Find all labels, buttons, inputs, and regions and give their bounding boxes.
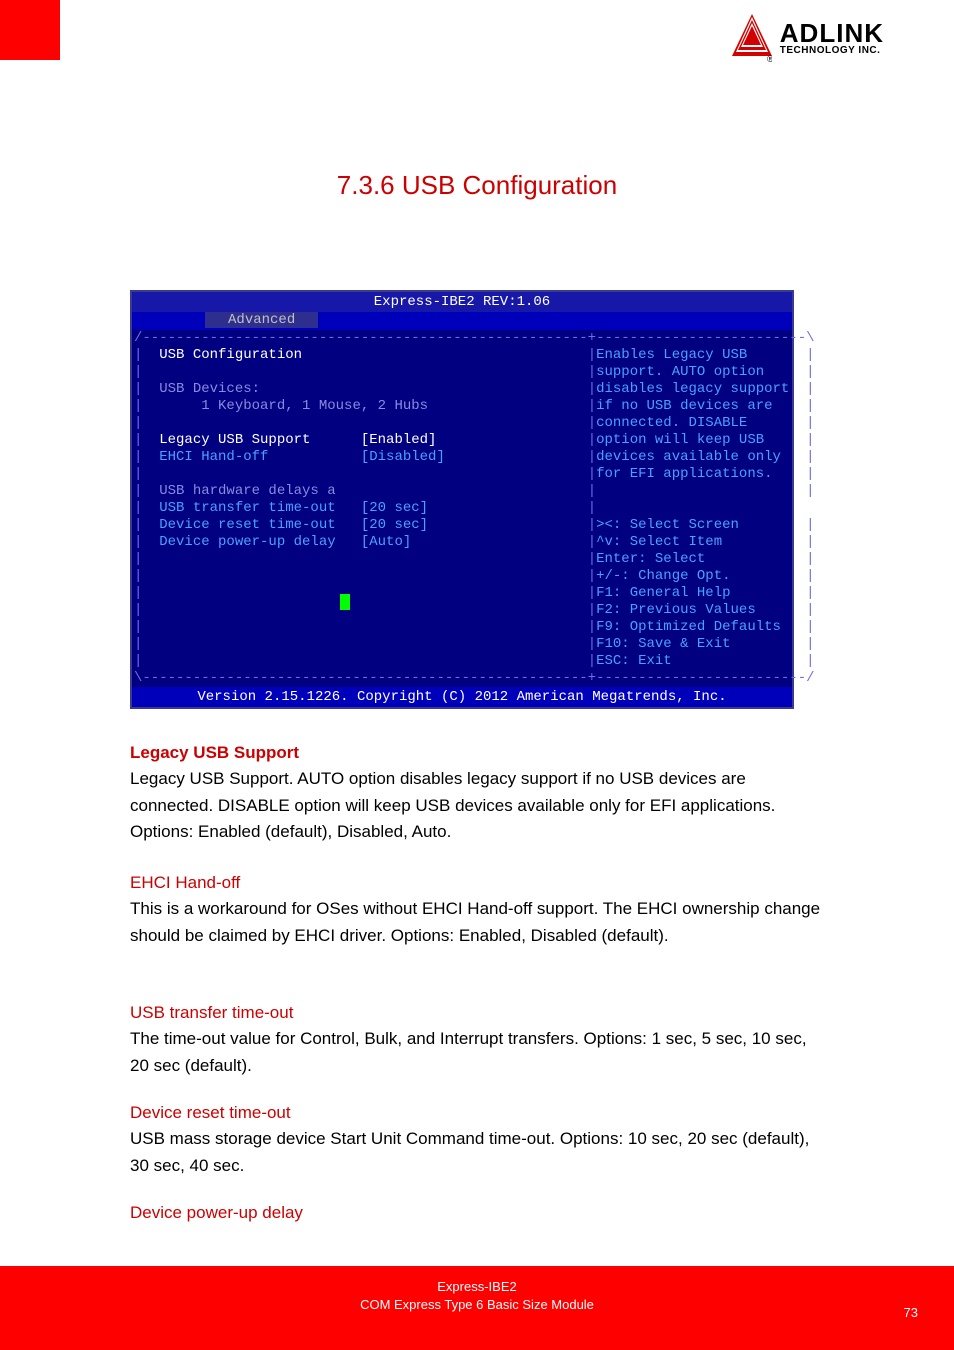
- bios-blank: [142, 653, 587, 669]
- bios-help-line: devices available only: [596, 449, 806, 465]
- option-head-transfer-timeout: USB transfer time-out: [130, 1003, 293, 1022]
- bios-blank: [142, 415, 587, 431]
- footer-doc-name: Express-IBE2: [0, 1278, 954, 1296]
- option-head-powerup-delay: Device power-up delay: [130, 1203, 303, 1222]
- bios-title: Express-IBE2 REV:1.06: [132, 292, 792, 312]
- bios-blank: [142, 636, 587, 652]
- bios-help-line: connected. DISABLE: [596, 415, 806, 431]
- bios-item-reset-timeout[interactable]: Device reset time-out [20 sec]: [142, 517, 587, 533]
- bios-item-transfer-timeout[interactable]: USB transfer time-out [20 sec]: [142, 500, 587, 516]
- bios-blank: [142, 551, 587, 567]
- brand-logo: ® ADLINK TECHNOLOGY INC.: [732, 14, 884, 62]
- header-accent-square: [0, 0, 60, 60]
- bios-usb-devices-value: 1 Keyboard, 1 Mouse, 2 Hubs: [142, 398, 587, 414]
- bios-blank: [142, 466, 587, 482]
- bios-blank: [142, 619, 587, 635]
- bios-key-help: F9: Optimized Defaults: [596, 619, 806, 635]
- option-head-ehci-handoff: EHCI Hand-off: [130, 873, 240, 892]
- logo-brand-text: ADLINK: [780, 20, 884, 46]
- bios-key-help: ESC: Exit: [596, 653, 806, 669]
- bios-border-bottom: \---------------------------------------…: [134, 670, 815, 686]
- bios-blank: [142, 585, 587, 601]
- bios-blank: [142, 364, 587, 380]
- bios-blank: [142, 568, 587, 584]
- bios-key-help: ><: Select Screen: [596, 517, 806, 533]
- page-section-title: 7.3.6 USB Configuration: [0, 170, 954, 201]
- bios-tab-advanced[interactable]: Advanced: [205, 312, 318, 328]
- option-head-legacy-usb: Legacy USB Support: [130, 743, 299, 762]
- bios-screen: Express-IBE2 REV:1.06 Advanced /--------…: [130, 290, 794, 709]
- bios-help-line: [596, 483, 806, 499]
- bios-usb-devices-label: USB Devices:: [142, 381, 587, 397]
- bios-item-powerup-delay[interactable]: Device power-up delay [Auto]: [142, 534, 587, 550]
- page-footer: Express-IBE2 COM Express Type 6 Basic Si…: [0, 1266, 954, 1350]
- bios-help-line: option will keep USB: [596, 432, 806, 448]
- bios-heading-hardware-delays: USB hardware delays a: [142, 483, 587, 499]
- bios-help-line: if no USB devices are: [596, 398, 806, 414]
- bios-blank: [142, 602, 587, 618]
- bios-help-line: support. AUTO option: [596, 364, 806, 380]
- bios-heading-usb-config: USB Configuration: [142, 347, 587, 363]
- logo-sub-text: TECHNOLOGY INC.: [780, 46, 884, 56]
- bios-body: /---------------------------------------…: [132, 330, 792, 687]
- bios-tabs: Advanced: [132, 312, 792, 330]
- bios-key-help: Enter: Select: [596, 551, 806, 567]
- bios-item-ehci-handoff[interactable]: EHCI Hand-off [Disabled]: [142, 449, 587, 465]
- bios-key-help: F2: Previous Values: [596, 602, 806, 618]
- text-cursor-icon: [340, 594, 350, 610]
- bios-item-legacy-usb[interactable]: Legacy USB Support [Enabled]: [142, 432, 587, 448]
- bios-key-help: +/-: Change Opt.: [596, 568, 806, 584]
- bios-key-help: F10: Save & Exit: [596, 636, 806, 652]
- option-body-ehci-handoff: This is a workaround for OSes without EH…: [130, 899, 820, 944]
- bios-help-line: for EFI applications.: [596, 466, 806, 482]
- bios-footer: Version 2.15.1226. Copyright (C) 2012 Am…: [132, 687, 792, 707]
- bios-help-line: Enables Legacy USB: [596, 347, 806, 363]
- option-body-reset-timeout: USB mass storage device Start Unit Comma…: [130, 1129, 809, 1174]
- bios-key-help: F1: General Help: [596, 585, 806, 601]
- bios-key-help: ^v: Select Item: [596, 534, 806, 550]
- bios-border-top: /---------------------------------------…: [134, 330, 815, 346]
- logo-icon: ®: [732, 14, 772, 62]
- bios-tab-pad: [138, 312, 205, 328]
- option-head-reset-timeout: Device reset time-out: [130, 1103, 291, 1122]
- bios-border-mid-sep: | |-------------------------|: [588, 500, 954, 516]
- svg-text:®: ®: [767, 54, 772, 62]
- footer-page-number: 73: [904, 1305, 918, 1320]
- bios-help-line: disables legacy support: [596, 381, 806, 397]
- option-body-transfer-timeout: The time-out value for Control, Bulk, an…: [130, 1029, 807, 1074]
- footer-doc-line: COM Express Type 6 Basic Size Module: [0, 1296, 954, 1314]
- option-body-legacy-usb: Legacy USB Support. AUTO option disables…: [130, 769, 775, 841]
